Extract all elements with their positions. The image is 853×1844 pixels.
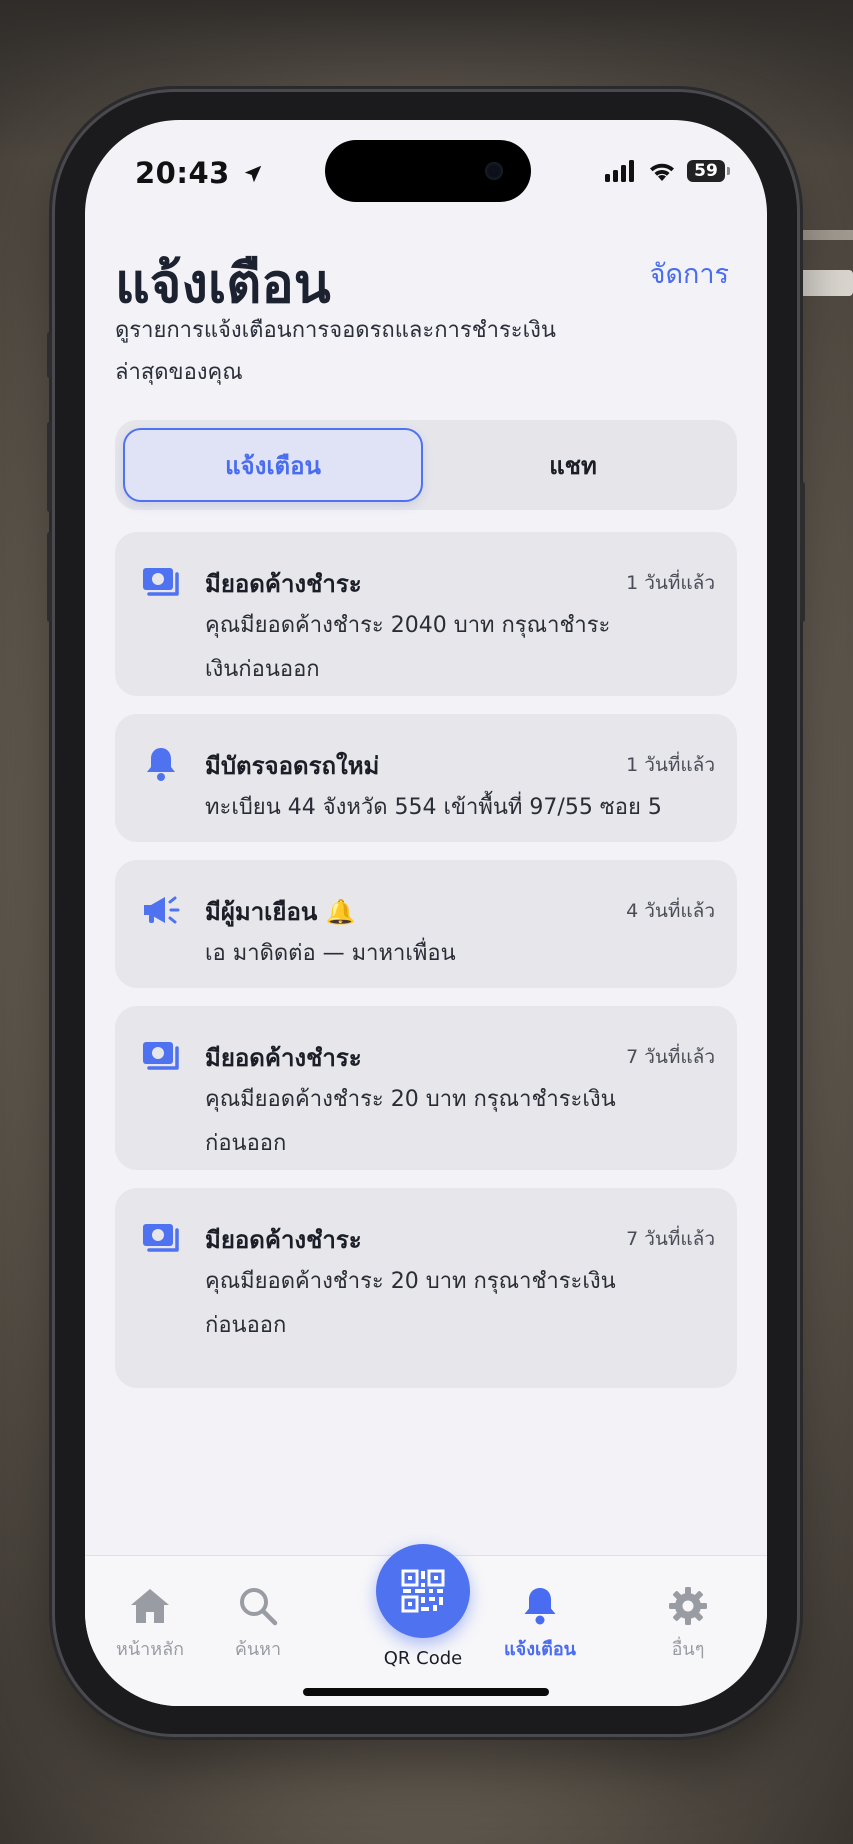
money-icon bbox=[143, 568, 179, 596]
notification-card[interactable]: มียอดค้างชำระ 7 วันที่แล้ว คุณมียอดค้างช… bbox=[115, 1006, 737, 1170]
wifi-icon bbox=[650, 163, 674, 181]
qr-code-button[interactable] bbox=[376, 1544, 470, 1638]
bell-icon bbox=[147, 748, 175, 781]
notification-title: มียอดค้างชำระ bbox=[205, 570, 362, 598]
notification-time: 7 วันที่แล้ว bbox=[626, 1046, 715, 1068]
camera-icon bbox=[485, 162, 503, 180]
search-icon bbox=[240, 1588, 278, 1626]
tab-home[interactable]: หน้าหลัก bbox=[95, 1584, 205, 1663]
money-icon bbox=[143, 1042, 179, 1070]
tab-notifications-nav[interactable]: แจ้งเตือน bbox=[485, 1584, 595, 1663]
notification-title: มียอดค้างชำระ bbox=[205, 1226, 362, 1254]
page-subtitle: ดูรายการแจ้งเตือนการจอดรถและการชำระเงินล… bbox=[115, 318, 556, 385]
megaphone-icon bbox=[144, 896, 180, 924]
signal-icon bbox=[605, 160, 634, 182]
notification-title: มีผู้มาเยือน 🔔 bbox=[205, 898, 356, 926]
home-indicator[interactable] bbox=[303, 1688, 549, 1696]
background-light bbox=[793, 270, 853, 296]
notification-card[interactable]: มียอดค้างชำระ 1 วันที่แล้ว คุณมียอดค้างช… bbox=[115, 532, 737, 696]
bell-icon bbox=[524, 1588, 556, 1625]
money-icon bbox=[143, 1224, 179, 1252]
status-time-text: 20:43 bbox=[135, 156, 230, 190]
volume-up-button bbox=[47, 422, 52, 512]
volume-down-button bbox=[47, 532, 52, 622]
tab-chat[interactable]: แชท bbox=[423, 428, 723, 502]
qr-code-icon bbox=[401, 1569, 445, 1613]
home-icon bbox=[131, 1589, 169, 1623]
notification-body: เอ มาดิดต่อ — มาหาเพื่อน bbox=[205, 941, 456, 966]
segmented-control: แจ้งเตือน แชท bbox=[115, 420, 737, 510]
notification-card[interactable]: มีบัตรจอดรถใหม่ 1 วันที่แล้ว ทะเบียน 44 … bbox=[115, 714, 737, 842]
phone-frame: 20:43 59 แจ้งเตือน จัดการ ดูรายการแจ้งเต… bbox=[47, 92, 805, 1734]
tab-home-label: หน้าหลัก bbox=[115, 1639, 185, 1660]
notification-time: 1 วันที่แล้ว bbox=[626, 572, 715, 594]
notification-title: มีบัตรจอดรถใหม่ bbox=[205, 752, 380, 780]
notification-time: 7 วันที่แล้ว bbox=[626, 1228, 715, 1250]
app-screen: 20:43 59 แจ้งเตือน จัดการ ดูรายการแจ้งเต… bbox=[85, 120, 767, 1706]
notification-card[interactable]: มีผู้มาเยือน 🔔 4 วันที่แล้ว เอ มาดิดต่อ … bbox=[115, 860, 737, 988]
notification-body: ทะเบียน 44 จังหวัด 554 เข้าพื้นที่ 97/55… bbox=[205, 795, 662, 820]
notification-time: 4 วันที่แล้ว bbox=[626, 900, 715, 922]
tab-search-label: ค้นหา bbox=[234, 1639, 282, 1660]
tab-bar: หน้าหลัก ค้นหา QR Code แจ้งเตือน อื่นๆ bbox=[85, 1544, 767, 1706]
power-button bbox=[800, 482, 805, 622]
notification-body: คุณมียอดค้างชำระ 20 บาท กรุณาชำระเงินก่อ… bbox=[205, 1269, 616, 1338]
tab-search[interactable]: ค้นหา bbox=[203, 1584, 313, 1663]
gear-icon bbox=[669, 1587, 707, 1625]
status-indicators: 59 bbox=[605, 160, 730, 182]
mute-switch bbox=[47, 332, 52, 378]
status-time: 20:43 bbox=[135, 156, 264, 190]
tab-more-label: อื่นๆ bbox=[671, 1639, 705, 1660]
dynamic-island bbox=[325, 140, 531, 202]
notification-body: คุณมียอดค้างชำระ 2040 บาท กรุณาชำระเงินก… bbox=[205, 613, 611, 682]
notification-time: 1 วันที่แล้ว bbox=[626, 754, 715, 776]
tab-more[interactable]: อื่นๆ bbox=[633, 1584, 743, 1663]
location-arrow-icon bbox=[245, 165, 262, 183]
tab-notifications[interactable]: แจ้งเตือน bbox=[123, 428, 423, 502]
notification-title: มียอดค้างชำระ bbox=[205, 1044, 362, 1072]
notification-body: คุณมียอดค้างชำระ 20 บาท กรุณาชำระเงินก่อ… bbox=[205, 1087, 616, 1156]
battery-level: 59 bbox=[694, 161, 718, 181]
manage-button[interactable]: จัดการ bbox=[650, 252, 729, 295]
tab-notifications-label: แจ้งเตือน bbox=[504, 1639, 576, 1660]
notification-card[interactable]: มียอดค้างชำระ 7 วันที่แล้ว คุณมียอดค้างช… bbox=[115, 1188, 737, 1388]
battery-indicator: 59 bbox=[687, 160, 730, 182]
